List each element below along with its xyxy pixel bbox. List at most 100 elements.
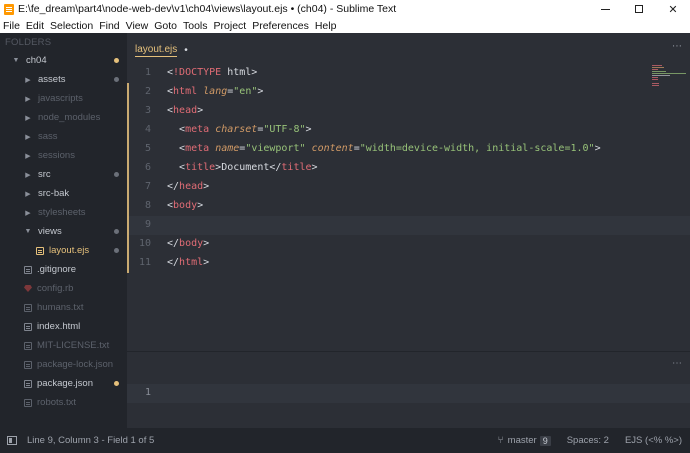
minimize-button[interactable]: [588, 0, 622, 18]
code-token: html: [179, 257, 204, 268]
minimap-line: [652, 85, 659, 86]
line-number: 9: [144, 219, 151, 230]
menu-file[interactable]: File: [0, 20, 23, 32]
sidebar-item-robots-txt[interactable]: robots.txt: [0, 393, 127, 412]
minimap-line: [652, 77, 658, 78]
line-number: 1: [144, 67, 151, 78]
sidebar-item-views[interactable]: ▼ views: [0, 222, 127, 241]
code-token: >: [594, 143, 601, 154]
code-line[interactable]: </html>: [167, 257, 209, 268]
modified-dot-icon: [114, 172, 119, 177]
sublime-text-icon: [4, 3, 14, 15]
sidebar-item-node-modules[interactable]: ▶ node_modules: [0, 108, 127, 127]
menu-help[interactable]: Help: [312, 20, 340, 32]
sidebar-item-sass[interactable]: ▶ sass: [0, 127, 127, 146]
code-line[interactable]: <meta name="viewport" content="width=dev…: [167, 143, 601, 154]
syntax-selector[interactable]: EJS (<% %>): [625, 435, 682, 446]
sidebar-item-gitignore[interactable]: .gitignore: [0, 260, 127, 279]
menu-view[interactable]: View: [123, 20, 152, 32]
minimize-icon: [600, 8, 610, 10]
code-token: meta: [185, 124, 210, 135]
more-icon[interactable]: ⋯: [672, 41, 682, 52]
code-token: body: [179, 238, 204, 249]
panel-line-number: 1: [144, 387, 151, 398]
menu-edit[interactable]: Edit: [23, 20, 47, 32]
code-line[interactable]: <body>: [167, 200, 203, 211]
folders-header: FOLDERS: [5, 37, 52, 48]
minimap[interactable]: [648, 61, 690, 121]
tab-layout-ejs[interactable]: layout.ejs •: [135, 39, 188, 61]
chevron-right-icon[interactable]: ▶: [24, 76, 32, 84]
sidebar-item-index-html[interactable]: index.html: [0, 317, 127, 336]
close-icon: ✕: [668, 3, 678, 16]
code-token: !DOCTYPE: [173, 67, 222, 78]
code-token: >Document</: [215, 162, 282, 173]
sidebar-item-label: stylesheets: [38, 207, 86, 218]
panel-toggle-icon[interactable]: [7, 436, 17, 445]
sidebar-item-assets[interactable]: ▶ assets: [0, 70, 127, 89]
sidebar-item-package-json[interactable]: package.json: [0, 374, 127, 393]
chevron-right-icon[interactable]: ▶: [24, 190, 32, 198]
sidebar-item-sessions[interactable]: ▶ sessions: [0, 146, 127, 165]
code-token: "width=device-width, initial-scale=1.0": [359, 143, 595, 154]
code-line[interactable]: </head>: [167, 181, 209, 192]
sidebar-item-label: humans.txt: [37, 302, 84, 313]
menu-find[interactable]: Find: [96, 20, 122, 32]
sidebar-item-stylesheets[interactable]: ▶ stylesheets: [0, 203, 127, 222]
code-editor[interactable]: 1 <!DOCTYPE html> 2 <html lang="en"> 3 <head>…: [127, 61, 690, 351]
line-number: 7: [144, 181, 151, 192]
code-token: charset: [215, 124, 258, 135]
menu-preferences[interactable]: Preferences: [249, 20, 312, 32]
sidebar-item-config-rb[interactable]: config.rb: [0, 279, 127, 298]
sidebar-item-package-lock-json[interactable]: package-lock.json: [0, 355, 127, 374]
menu-selection[interactable]: Selection: [47, 20, 96, 32]
chevron-right-icon[interactable]: ▶: [24, 133, 32, 141]
file-icon: [24, 303, 32, 312]
code-line[interactable]: <!DOCTYPE html>: [167, 67, 257, 78]
minimap-line: [652, 71, 666, 72]
code-line[interactable]: </body>: [167, 238, 209, 249]
chevron-right-icon[interactable]: ▶: [24, 209, 32, 217]
panel-more-icon[interactable]: ⋯: [672, 358, 682, 369]
indentation-setting[interactable]: Spaces: 2: [567, 435, 609, 446]
sidebar-item-label: src: [38, 169, 51, 180]
sidebar-item-src[interactable]: ▶ src: [0, 165, 127, 184]
sidebar-item-humans-txt[interactable]: humans.txt: [0, 298, 127, 317]
chevron-right-icon[interactable]: ▶: [24, 95, 32, 103]
modified-dot-icon: [114, 58, 119, 63]
code-line[interactable]: <title>Document</title>: [167, 162, 318, 173]
chevron-right-icon[interactable]: ▶: [24, 171, 32, 179]
code-line[interactable]: <head>: [167, 105, 203, 116]
minimap-line: [652, 65, 662, 66]
chevron-down-icon[interactable]: ▼: [12, 57, 20, 64]
ruby-file-icon: [24, 285, 32, 292]
code-line[interactable]: <html lang="en">: [167, 86, 263, 97]
code-line[interactable]: <meta charset="UTF-8">: [167, 124, 312, 135]
chevron-right-icon[interactable]: ▶: [24, 152, 32, 160]
code-token: </: [167, 257, 180, 268]
sidebar-item-layout-ejs[interactable]: layout.ejs: [0, 241, 127, 260]
menu-project[interactable]: Project: [211, 20, 250, 32]
chevron-down-icon[interactable]: ▼: [24, 228, 32, 235]
line-number: 3: [144, 105, 151, 116]
branch-name[interactable]: master: [508, 435, 537, 446]
line-number: 6: [144, 162, 151, 173]
menu-tools[interactable]: Tools: [180, 20, 211, 32]
title-bar: E:\fe_dream\part4\node-web-dev\v1\ch04\v…: [0, 0, 690, 18]
menu-goto[interactable]: Goto: [151, 20, 180, 32]
cursor-position: Line 9, Column 3 - Field 1 of 5: [27, 435, 155, 446]
sidebar-item-label: package.json: [37, 378, 93, 389]
output-panel[interactable]: 1 ⋯: [127, 352, 690, 428]
sidebar-item-mit-license-txt[interactable]: MIT-LICENSE.txt: [0, 336, 127, 355]
close-button[interactable]: ✕: [656, 0, 690, 18]
sidebar-item-src-bak[interactable]: ▶ src-bak: [0, 184, 127, 203]
sidebar-item-ch04[interactable]: ▼ ch04: [0, 51, 127, 70]
code-token: body: [173, 200, 198, 211]
chevron-right-icon[interactable]: ▶: [24, 114, 32, 122]
code-token: </: [167, 181, 180, 192]
line-number: 4: [144, 124, 151, 135]
sidebar-item-label: sass: [38, 131, 58, 142]
unsaved-dot-icon[interactable]: •: [184, 45, 188, 56]
sidebar-item-javascripts[interactable]: ▶ javascripts: [0, 89, 127, 108]
maximize-button[interactable]: [622, 0, 656, 18]
